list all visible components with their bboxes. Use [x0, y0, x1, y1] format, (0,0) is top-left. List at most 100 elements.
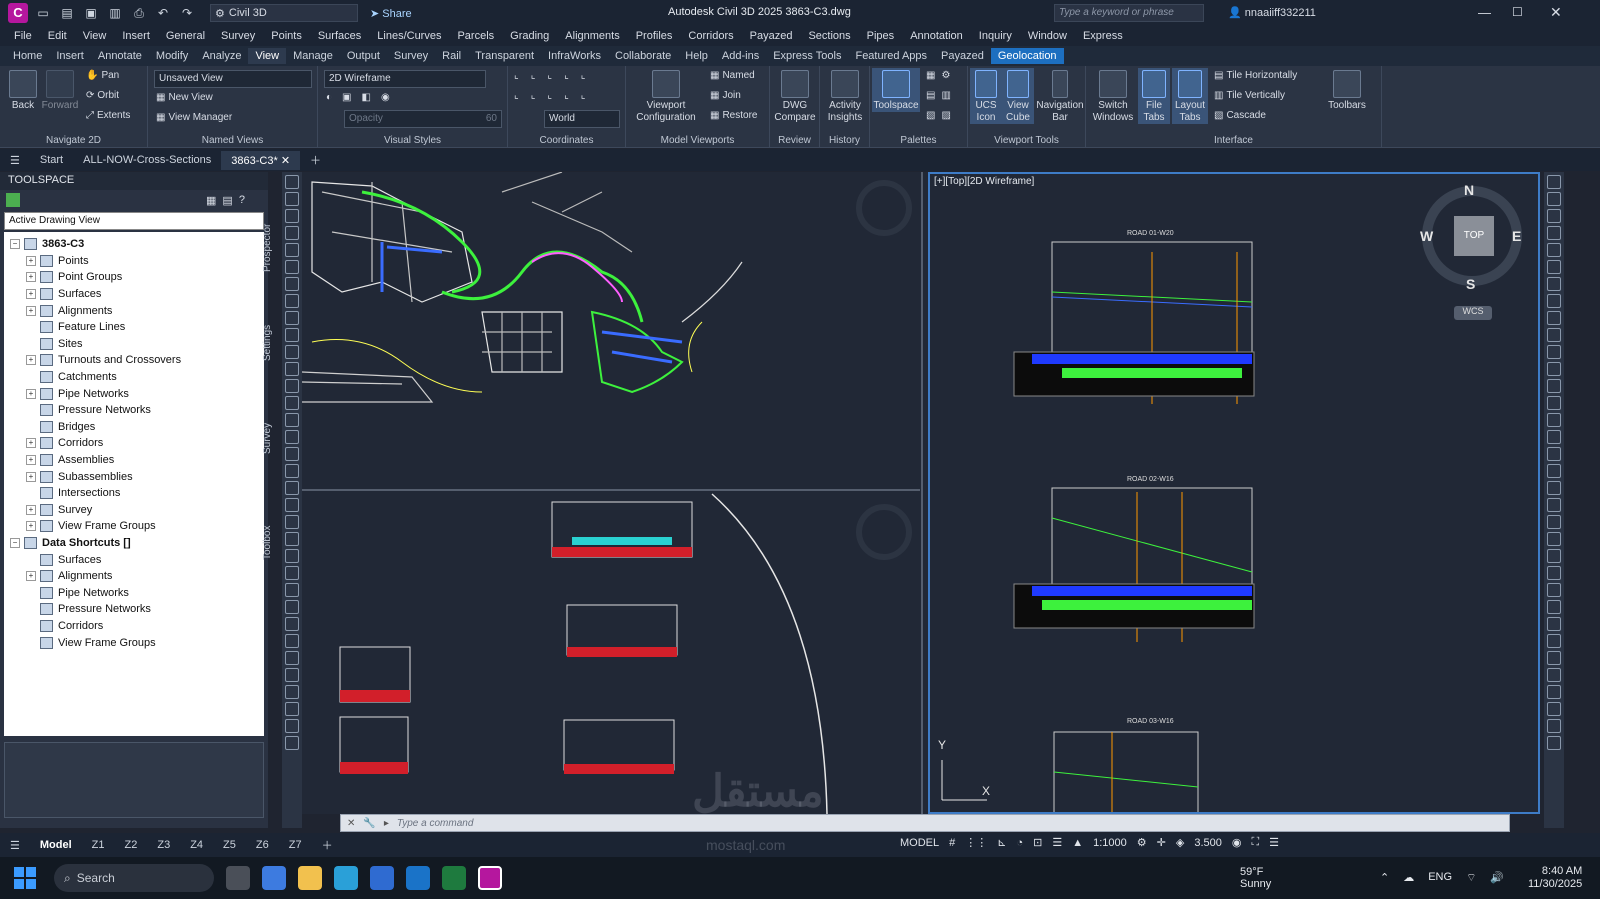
- draw-tool-icon[interactable]: [285, 634, 299, 648]
- tree-item[interactable]: Catchments: [4, 369, 264, 386]
- draw-tool-icon[interactable]: [285, 328, 299, 342]
- expand-toggle-icon[interactable]: +: [26, 455, 36, 466]
- save-icon[interactable]: ▣: [82, 5, 100, 21]
- file-tabs-menu-icon[interactable]: ☰: [0, 151, 30, 170]
- toolbars-button[interactable]: Toolbars: [1322, 70, 1372, 112]
- weather-widget[interactable]: 59°F Sunny: [1240, 866, 1271, 890]
- draw-tool-icon[interactable]: [285, 396, 299, 410]
- new-tab-button[interactable]: ＋: [300, 149, 331, 171]
- modify-tool-icon[interactable]: [1547, 379, 1561, 393]
- store-icon[interactable]: [370, 866, 394, 890]
- tree-item[interactable]: − Data Shortcuts []: [4, 535, 264, 552]
- draw-tool-icon[interactable]: [285, 617, 299, 631]
- expand-toggle-icon[interactable]: +: [26, 438, 36, 449]
- tree-item[interactable]: Corridors: [4, 618, 264, 635]
- ucs-face-icon[interactable]: ⌞: [514, 90, 519, 101]
- polar-icon[interactable]: ◔: [1016, 837, 1023, 849]
- ribbon-tab-express-tools[interactable]: Express Tools: [766, 48, 848, 64]
- annotation-icon[interactable]: ▲: [1072, 837, 1083, 849]
- join-button[interactable]: ▦ Join: [710, 90, 741, 101]
- layout-tab-z2[interactable]: Z2: [115, 837, 148, 853]
- viewport-config-button[interactable]: Viewport Configuration: [630, 70, 702, 124]
- modify-tool-icon[interactable]: [1547, 311, 1561, 325]
- draw-tool-icon[interactable]: [285, 685, 299, 699]
- draw-tool-icon[interactable]: [285, 345, 299, 359]
- layout-tab-z1[interactable]: Z1: [82, 837, 115, 853]
- ribbon-tab-view[interactable]: View: [248, 48, 287, 64]
- model-space-toggle[interactable]: MODEL: [900, 837, 939, 849]
- named-viewports-button[interactable]: ▦ Named: [710, 70, 755, 81]
- draw-tool-icon[interactable]: [285, 515, 299, 529]
- expand-toggle-icon[interactable]: +: [26, 272, 36, 283]
- draw-tool-icon[interactable]: [285, 532, 299, 546]
- elevation-value[interactable]: 3.500: [1194, 837, 1222, 849]
- modify-tool-icon[interactable]: [1547, 464, 1561, 478]
- modify-tool-icon[interactable]: [1547, 617, 1561, 631]
- menu-alignments[interactable]: Alignments: [557, 30, 627, 42]
- task-view-icon[interactable]: [226, 866, 250, 890]
- lineweight-icon[interactable]: ☰: [1052, 836, 1062, 849]
- expand-toggle-icon[interactable]: +: [26, 289, 36, 300]
- draw-tool-icon[interactable]: [285, 260, 299, 274]
- chevron-up-icon[interactable]: ⌃: [1380, 871, 1389, 885]
- modify-tool-icon[interactable]: [1547, 549, 1561, 563]
- outlook-icon[interactable]: [406, 866, 430, 890]
- draw-tool-icon[interactable]: [285, 362, 299, 376]
- layout-tab-z5[interactable]: Z5: [213, 837, 246, 853]
- tree-item[interactable]: Pressure Networks: [4, 601, 264, 618]
- windows-start-icon[interactable]: [14, 867, 36, 889]
- ribbon-tab-annotate[interactable]: Annotate: [91, 48, 149, 64]
- expand-toggle-icon[interactable]: +: [26, 471, 36, 482]
- ribbon-tab-insert[interactable]: Insert: [49, 48, 91, 64]
- draw-tool-icon[interactable]: [285, 481, 299, 495]
- expand-toggle-icon[interactable]: −: [10, 239, 20, 250]
- modify-tool-icon[interactable]: [1547, 328, 1561, 342]
- draw-tool-icon[interactable]: [285, 243, 299, 257]
- modify-tool-icon[interactable]: [1547, 413, 1561, 427]
- material-icon[interactable]: ◧: [362, 92, 371, 103]
- menu-annotation[interactable]: Annotation: [902, 30, 971, 42]
- expand-toggle-icon[interactable]: +: [26, 255, 36, 266]
- help-icon[interactable]: ?: [239, 194, 245, 206]
- ribbon-tab-transparent[interactable]: Transparent: [468, 48, 541, 64]
- draw-tool-icon[interactable]: [285, 464, 299, 478]
- add-layout-button[interactable]: ＋: [312, 835, 343, 855]
- layout-tab-model[interactable]: Model: [30, 837, 82, 853]
- excel-icon[interactable]: [442, 866, 466, 890]
- tab-settings[interactable]: Settings: [262, 318, 280, 368]
- volume-icon[interactable]: 🔊: [1490, 871, 1504, 885]
- expand-toggle-icon[interactable]: +: [26, 521, 36, 532]
- cube-icon[interactable]: ▣: [342, 92, 351, 103]
- modify-tool-icon[interactable]: [1547, 175, 1561, 189]
- modify-tool-icon[interactable]: [1547, 685, 1561, 699]
- ribbon-tab-infraworks[interactable]: InfraWorks: [541, 48, 608, 64]
- open-icon[interactable]: ▤: [58, 5, 76, 21]
- layout-icon[interactable]: ▦: [206, 194, 216, 207]
- modify-tool-icon[interactable]: [1547, 651, 1561, 665]
- tree-item[interactable]: + Point Groups: [4, 269, 264, 286]
- app-menu-button[interactable]: C: [8, 3, 28, 23]
- view-cube-button[interactable]: View Cube: [1002, 68, 1034, 124]
- layout-tab-z6[interactable]: Z6: [246, 837, 279, 853]
- modify-tool-icon[interactable]: [1547, 583, 1561, 597]
- menu-corridors[interactable]: Corridors: [680, 30, 741, 42]
- command-line[interactable]: ✕ 🔧 ▸ Type a command: [340, 814, 1510, 832]
- toolspace-view-dropdown[interactable]: Active Drawing View: [4, 212, 264, 230]
- menu-pipes[interactable]: Pipes: [859, 30, 903, 42]
- isolate-icon[interactable]: ◈: [1176, 836, 1184, 849]
- list-icon[interactable]: ▤: [222, 194, 232, 207]
- shade-icon[interactable]: ◐: [326, 92, 332, 103]
- ucs-icon-button[interactable]: UCS Icon: [970, 68, 1002, 124]
- draw-tool-icon[interactable]: [285, 498, 299, 512]
- cascade-button[interactable]: ▧ Cascade: [1214, 110, 1266, 121]
- draw-tool-icon[interactable]: [285, 447, 299, 461]
- maximize-icon[interactable]: ☐: [1512, 5, 1523, 19]
- redo-icon[interactable]: ↷: [178, 5, 196, 21]
- ucs-object-icon[interactable]: ⌞: [581, 70, 586, 81]
- file-tab-active[interactable]: 3863-C3* ✕: [221, 150, 301, 170]
- draw-tool-icon[interactable]: [285, 668, 299, 682]
- menu-window[interactable]: Window: [1020, 30, 1075, 42]
- hardware-accel-icon[interactable]: ◉: [1232, 836, 1242, 849]
- tree-item[interactable]: + Surfaces: [4, 286, 264, 303]
- tree-item[interactable]: Surfaces: [4, 551, 264, 568]
